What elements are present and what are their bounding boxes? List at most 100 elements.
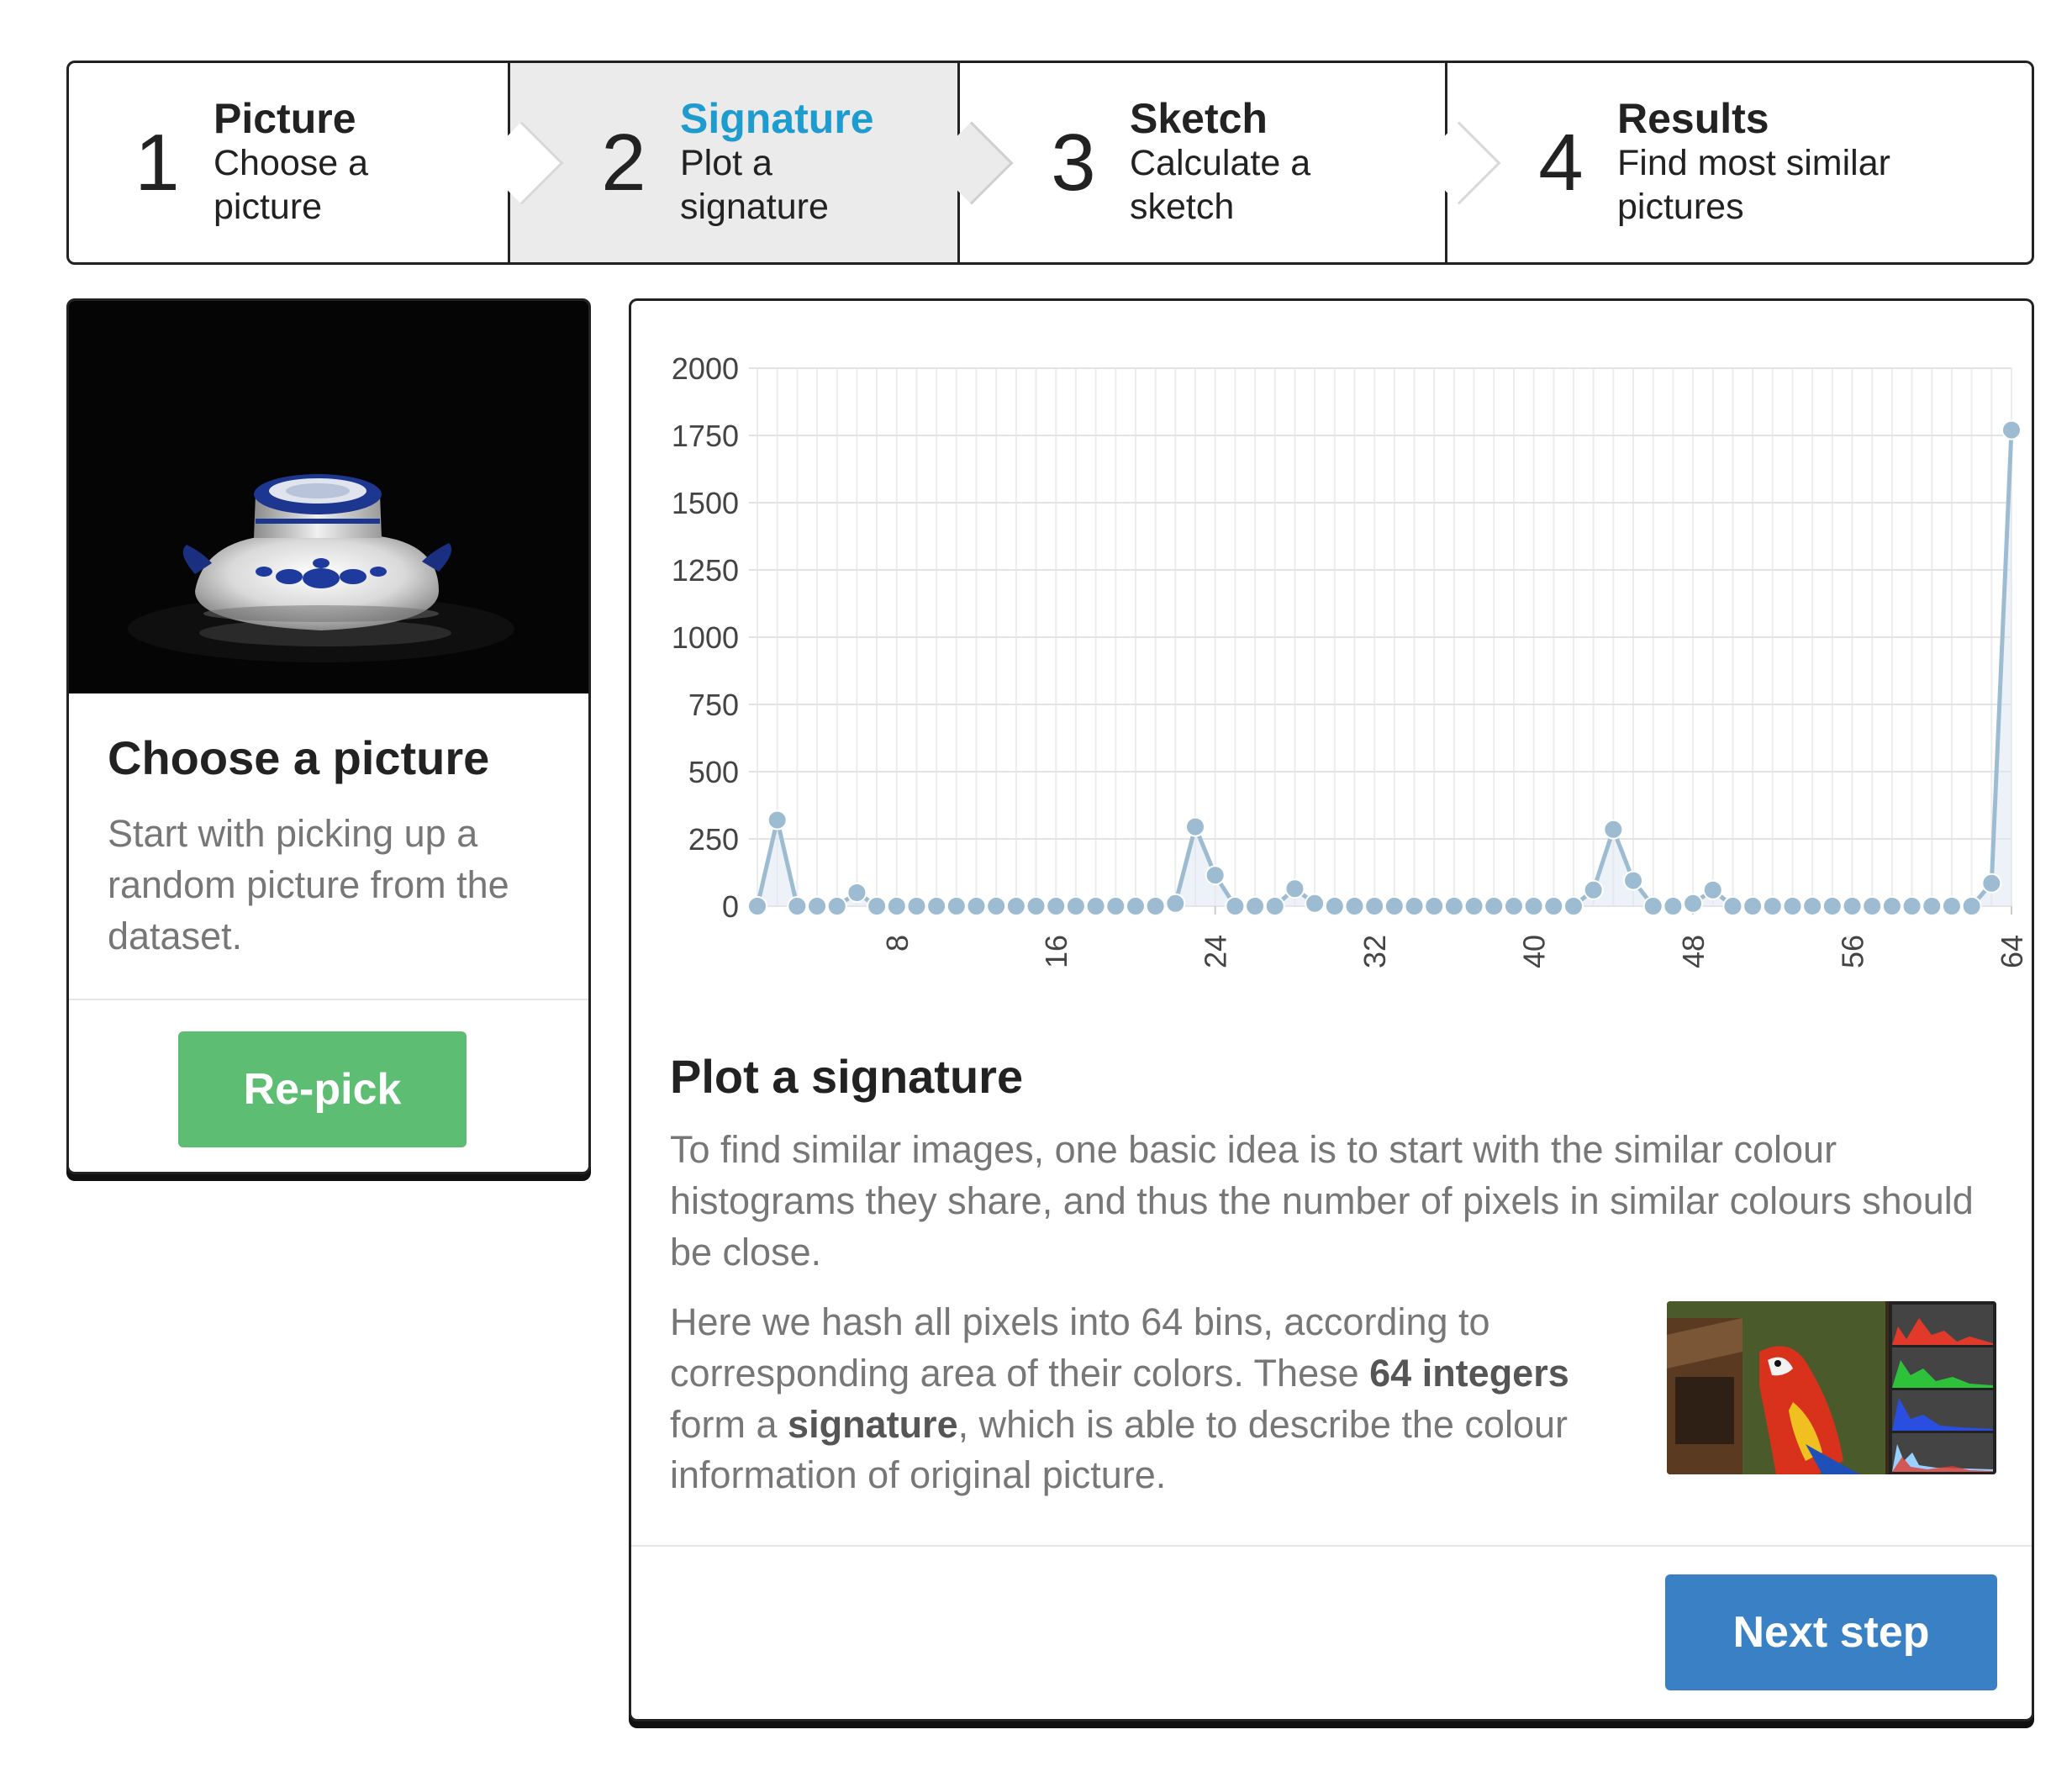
- data-point: [1443, 896, 1464, 916]
- data-point: [1842, 896, 1863, 916]
- data-point: [1782, 896, 1803, 916]
- data-point: [1424, 896, 1445, 916]
- data-point: [1583, 879, 1604, 900]
- data-point: [1722, 896, 1743, 916]
- signature-paragraph-2: Here we hash all pixels into 64 bins, ac…: [670, 1297, 1637, 1501]
- histogram-example-image: [1667, 1301, 1996, 1474]
- step-description: pictures: [1617, 187, 1744, 227]
- data-point: [1742, 896, 1764, 916]
- repick-button[interactable]: Re-pick: [178, 1031, 467, 1147]
- data-point: [1922, 896, 1943, 916]
- data-point: [1384, 896, 1405, 916]
- data-point: [1463, 896, 1484, 916]
- series-area: [757, 430, 2011, 907]
- paragraph-text: form a: [670, 1402, 788, 1446]
- y-tick-label: 2000: [672, 351, 739, 386]
- x-tick-label: 24: [1199, 935, 1233, 968]
- data-point: [986, 896, 1007, 916]
- divider: [631, 1545, 2032, 1547]
- step-text: Picture Choose a picture: [214, 96, 368, 229]
- data-point: [1623, 870, 1644, 891]
- data-point: [1205, 865, 1226, 886]
- y-tick-label: 0: [722, 889, 739, 924]
- paragraph-bold-text: 64 integers: [1369, 1351, 1569, 1395]
- y-tick-label: 1250: [672, 553, 739, 588]
- data-point: [1802, 896, 1823, 916]
- step-picture[interactable]: 1 Picture Choose a picture: [69, 63, 564, 262]
- step-description: Find most similar: [1617, 143, 1890, 184]
- data-point: [2001, 419, 2022, 440]
- step-results[interactable]: 4 Results Find most similar pictures: [1447, 63, 2032, 262]
- x-tick-label: 16: [1039, 935, 1073, 968]
- data-point: [1324, 896, 1345, 916]
- signature-paragraph-1: To find similar images, one basic idea i…: [670, 1128, 1974, 1273]
- data-point: [886, 896, 907, 916]
- x-tick-label: 32: [1358, 935, 1392, 968]
- data-point: [1145, 896, 1166, 916]
- y-tick-label: 250: [688, 822, 739, 857]
- step-number: 1: [134, 117, 180, 208]
- paragraph-text: Here we hash all pixels into 64 bins, ac…: [670, 1300, 1490, 1395]
- data-point: [1025, 896, 1047, 916]
- x-tick-label: 40: [1517, 935, 1552, 968]
- picture-card: Choose a picture Start with picking up a…: [66, 298, 591, 1174]
- step-text: Sketch Calculate a sketch: [1130, 96, 1310, 229]
- data-point: [1563, 896, 1584, 916]
- step-text: Results Find most similar pictures: [1617, 96, 1890, 229]
- step-sketch[interactable]: 3 Sketch Calculate a sketch: [960, 63, 1501, 262]
- data-point: [1981, 873, 2002, 894]
- data-point: [946, 896, 967, 916]
- data-point: [1284, 878, 1305, 899]
- data-point: [1543, 896, 1564, 916]
- step-number: 3: [1051, 117, 1096, 208]
- data-point: [1404, 896, 1425, 916]
- x-tick-label: 56: [1836, 935, 1870, 968]
- step-signature[interactable]: 2 Signature Plot a signature: [510, 63, 1014, 262]
- data-point: [1005, 896, 1026, 916]
- steps-bar: 1 Picture Choose a picture 2 Signature P…: [66, 61, 2034, 265]
- data-point: [1085, 896, 1106, 916]
- data-point: [1245, 896, 1266, 916]
- data-point: [767, 809, 788, 830]
- data-point: [787, 896, 808, 916]
- data-point: [1105, 896, 1126, 916]
- step-text: Signature Plot a signature: [680, 96, 874, 229]
- y-tick-label: 750: [688, 688, 739, 722]
- data-point: [1125, 896, 1146, 916]
- y-tick-label: 500: [688, 755, 739, 789]
- signature-chart-svg: 0 250 500 750 1000 1250 1500 1750 2000 8 16 24 32 40 4…: [672, 351, 2029, 968]
- x-tick-label: 8: [880, 935, 915, 952]
- data-point: [1663, 896, 1684, 916]
- picture-card-description: Start with picking up a random picture f…: [108, 812, 509, 957]
- data-point: [1264, 896, 1285, 916]
- step-number: 2: [601, 117, 646, 208]
- sample-picture: [69, 301, 588, 693]
- y-tick-label: 1500: [672, 486, 739, 520]
- data-point: [966, 896, 987, 916]
- step-description: Choose a: [214, 143, 369, 184]
- series-line: [755, 430, 2014, 909]
- next-step-button[interactable]: Next step: [1665, 1574, 1997, 1690]
- data-point: [1603, 819, 1624, 840]
- data-point: [1165, 893, 1186, 914]
- data-point: [1881, 896, 1902, 916]
- y-tick-label: 1750: [672, 419, 739, 453]
- y-tick-label: 1000: [672, 620, 739, 655]
- step-title: Picture: [214, 95, 356, 143]
- step-title: Results: [1617, 95, 1769, 143]
- data-point: [906, 896, 927, 916]
- step-title: Sketch: [1130, 95, 1268, 143]
- data-point: [1344, 896, 1365, 916]
- step-description: Calculate a: [1130, 143, 1311, 184]
- step-description: signature: [680, 187, 829, 227]
- signature-card: 0 250 500 750 1000 1250 1500 1750 2000 8 16 24 32 40 4…: [629, 298, 2034, 1722]
- data-point: [1762, 896, 1783, 916]
- x-tick-label: 48: [1676, 935, 1711, 968]
- data-point: [1961, 896, 1982, 916]
- data-point: [1046, 896, 1067, 916]
- data-point: [1484, 896, 1505, 916]
- divider: [69, 999, 588, 1000]
- signature-chart: 0 250 500 750 1000 1250 1500 1750 2000 8 16 24 32 40 4…: [631, 301, 2032, 990]
- data-point: [1065, 896, 1086, 916]
- data-point: [1941, 896, 1962, 916]
